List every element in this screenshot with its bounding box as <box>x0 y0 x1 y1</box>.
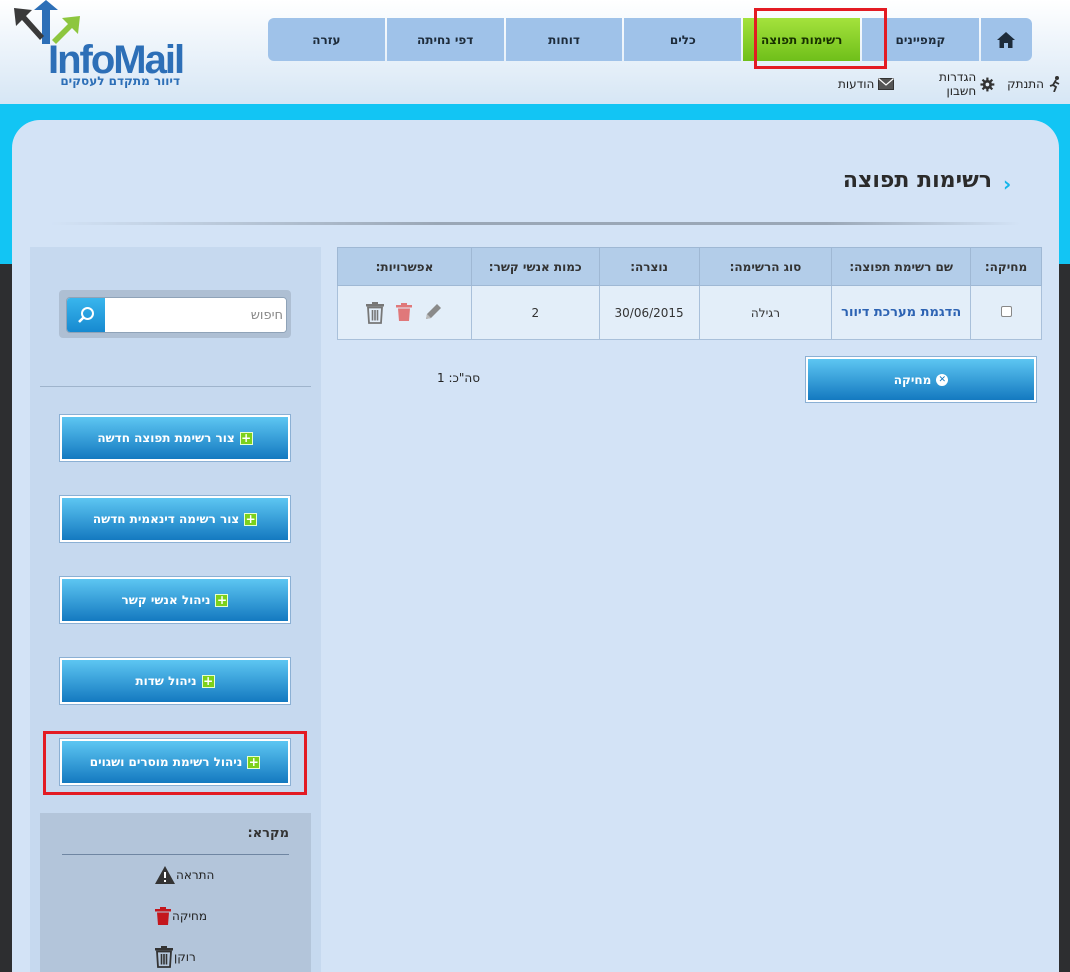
sidebar-divider <box>40 386 311 387</box>
nav-home[interactable] <box>980 18 1032 61</box>
running-man-icon <box>1049 76 1060 92</box>
settings-link[interactable]: הגדרות חשבון <box>906 70 995 98</box>
logo-tagline: דיוור מתקדם לעסקים <box>60 74 180 88</box>
envelope-icon <box>878 78 895 90</box>
sub-nav: הודעות הגדרות חשבון התנתק <box>826 70 1062 98</box>
delete-icon <box>155 907 171 925</box>
list-name-link[interactable]: הדגמת מערכת דיוור <box>831 285 972 340</box>
col-contacts: כמות אנשי קשר: <box>470 247 600 286</box>
logo[interactable]: InfoMail דיוור מתקדם לעסקים <box>12 0 185 92</box>
manage-contacts-button[interactable]: + ניהול אנשי קשר <box>60 577 290 623</box>
create-dynamic-list-button[interactable]: + צור רשימה דינאמית חדשה <box>60 496 290 542</box>
col-delete: מחיקה: <box>970 247 1042 286</box>
legend-warning-label: התראה <box>176 868 215 882</box>
logout-link[interactable]: התנתק <box>1007 76 1062 92</box>
search-input[interactable] <box>105 298 286 332</box>
manage-fields-label: ניהול שדות <box>135 674 197 688</box>
empty-trash-icon[interactable] <box>365 301 385 324</box>
manage-contacts-label: ניהול אנשי קשר <box>121 593 211 607</box>
search-box <box>66 297 287 333</box>
plus-icon: + <box>201 674 215 688</box>
row-select-cell <box>970 285 1042 340</box>
table-row: הדגמת מערכת דיוור רגילה 30/06/2015 2 <box>337 285 1042 340</box>
create-mailing-list-label: צור רשימת תפוצה חדשה <box>97 431 235 445</box>
plus-icon: + <box>215 593 229 607</box>
row-checkbox[interactable] <box>1000 305 1012 317</box>
search-button[interactable] <box>67 298 105 332</box>
settings-label: הגדרות חשבון <box>939 70 977 98</box>
empty-trash-icon <box>155 946 173 968</box>
legend-delete-label: מחיקה <box>172 909 208 923</box>
list-created: 30/06/2015 <box>598 285 700 340</box>
create-dynamic-list-label: צור רשימה דינאמית חדשה <box>92 512 240 526</box>
col-type: סוג הרשימה: <box>698 247 833 286</box>
row-options-cell <box>337 285 472 340</box>
close-circle-icon: ✕ <box>936 373 949 386</box>
mailing-lists-table: מחיקה: שם רשימת תפוצה: סוג הרשימה: נוצרה… <box>337 247 1042 340</box>
page-title: רשימות תפוצה <box>842 168 992 193</box>
pencil-icon[interactable] <box>423 302 443 322</box>
messages-link[interactable]: הודעות <box>838 77 895 91</box>
sidebar-highlight-frame <box>43 731 307 795</box>
chevron-right-icon: › <box>1003 172 1012 196</box>
legend-item-delete: מחיקה <box>150 904 290 928</box>
list-type: רגילה <box>698 285 833 340</box>
delete-selected-label: מחיקה <box>893 372 932 387</box>
warning-icon <box>155 866 175 884</box>
legend-empty-label: רוקן <box>174 950 196 964</box>
table-header-row: מחיקה: שם רשימת תפוצה: סוג הרשימה: נוצרה… <box>337 247 1042 286</box>
plus-icon: + <box>244 512 258 526</box>
legend-item-empty: רוקן <box>150 945 290 969</box>
delete-icon[interactable] <box>395 302 413 322</box>
manage-fields-button[interactable]: + ניהול שדות <box>60 658 290 704</box>
home-icon <box>997 31 1016 48</box>
list-contacts-count: 2 <box>470 285 600 340</box>
legend-divider <box>62 854 289 855</box>
plus-icon: + <box>239 431 253 445</box>
gear-icon <box>980 77 995 91</box>
nav-highlight-frame <box>754 8 887 69</box>
legend-title: מקרא: <box>247 826 289 841</box>
search-icon <box>78 307 94 323</box>
total-count: סה"כ: 1 <box>437 371 480 385</box>
create-mailing-list-button[interactable]: + צור רשימת תפוצה חדשה <box>60 415 290 461</box>
nav-help[interactable]: עזרה <box>267 18 385 61</box>
nav-tools[interactable]: כלים <box>624 18 742 61</box>
col-options: אפשרויות: <box>337 247 472 286</box>
nav-reports[interactable]: דוחות <box>505 18 623 61</box>
logout-label: התנתק <box>1007 77 1044 91</box>
main-nav: קמפיינים רשימות תפוצה כלים דוחות דפי נחי… <box>267 18 1032 61</box>
legend-item-warning: התראה <box>150 863 290 887</box>
nav-landing-pages[interactable]: דפי נחיתה <box>386 18 504 61</box>
title-divider <box>50 222 1020 225</box>
messages-label: הודעות <box>838 77 875 91</box>
delete-selected-button[interactable]: ✕ מחיקה <box>806 357 1036 402</box>
col-name: שם רשימת תפוצה: <box>831 247 972 286</box>
col-created: נוצרה: <box>598 247 700 286</box>
